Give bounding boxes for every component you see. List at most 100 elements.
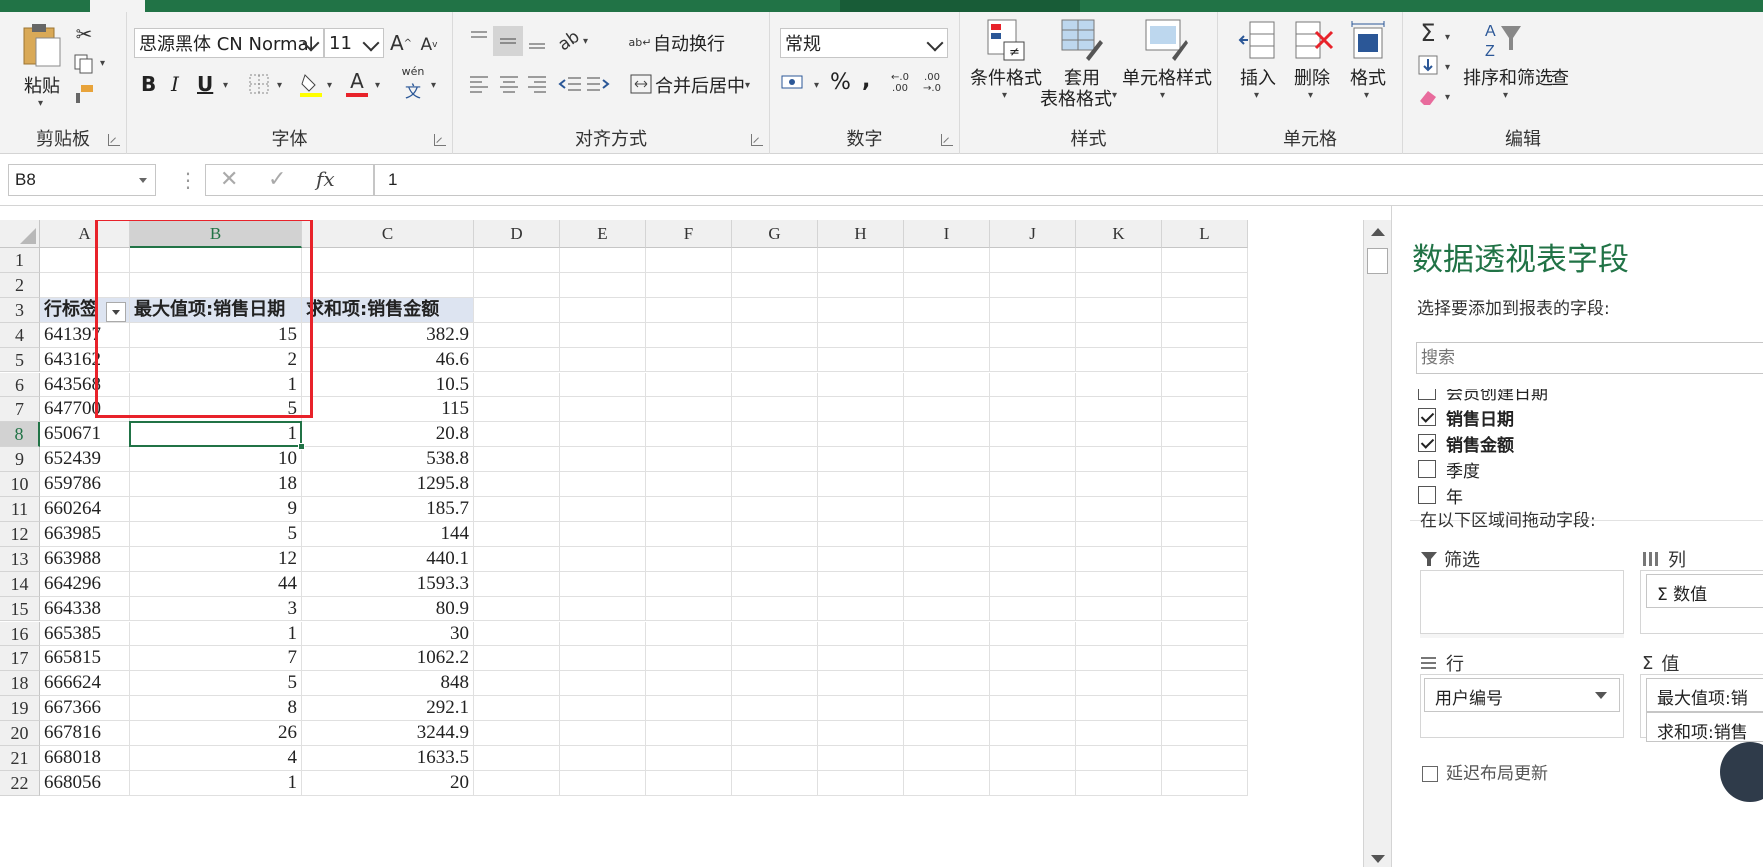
orientation-dropdown-icon[interactable]: ▾ bbox=[583, 36, 588, 47]
cell-h19[interactable] bbox=[818, 696, 904, 722]
cell-l17[interactable] bbox=[1162, 646, 1248, 672]
cell-h11[interactable] bbox=[818, 497, 904, 522]
cell-h6[interactable] bbox=[818, 372, 904, 398]
cell-e6[interactable] bbox=[560, 372, 646, 398]
cell-l11[interactable] bbox=[1162, 497, 1248, 522]
cell-k12[interactable] bbox=[1076, 521, 1162, 547]
cell-i7[interactable] bbox=[904, 397, 990, 423]
pivot-cell-sum[interactable]: 848 bbox=[302, 671, 474, 697]
column-header-l[interactable]: L bbox=[1162, 220, 1248, 248]
pivot-cell-max[interactable]: 7 bbox=[130, 646, 302, 672]
pivot-cell-sum[interactable]: 292.1 bbox=[302, 696, 474, 722]
cell-c2[interactable] bbox=[302, 272, 474, 298]
pivot-cell-label[interactable]: 659786 bbox=[40, 472, 130, 497]
cell-k22[interactable] bbox=[1076, 770, 1162, 796]
shrink-font-icon[interactable]: Av bbox=[417, 32, 441, 58]
pivot-cell-max[interactable]: 8 bbox=[130, 696, 302, 722]
field-checkbox[interactable] bbox=[1418, 408, 1436, 426]
cell-g7[interactable] bbox=[732, 397, 818, 423]
cell-d5[interactable] bbox=[474, 347, 560, 373]
cell-l15[interactable] bbox=[1162, 596, 1248, 622]
cell-i4[interactable] bbox=[904, 322, 990, 348]
conditional-formatting-icon[interactable]: ≠ bbox=[986, 18, 1026, 62]
cell-f18[interactable] bbox=[646, 671, 732, 697]
cell-j20[interactable] bbox=[990, 721, 1076, 746]
cell-k14[interactable] bbox=[1076, 571, 1162, 597]
comma-button[interactable]: , bbox=[862, 68, 870, 93]
cell-g19[interactable] bbox=[732, 696, 818, 722]
cell-d6[interactable] bbox=[474, 372, 560, 398]
pivot-cell-label[interactable]: 667366 bbox=[40, 696, 130, 722]
pivot-cell-max[interactable]: 3 bbox=[130, 596, 302, 622]
column-header-h[interactable]: H bbox=[818, 220, 904, 248]
cell-d17[interactable] bbox=[474, 646, 560, 672]
percent-button[interactable]: % bbox=[830, 70, 851, 95]
cell-e3[interactable] bbox=[560, 297, 646, 323]
cell-d3[interactable] bbox=[474, 297, 560, 323]
delete-cells-icon[interactable] bbox=[1294, 20, 1334, 60]
autosum-dropdown-icon[interactable]: ▾ bbox=[1445, 32, 1450, 43]
cell-d14[interactable] bbox=[474, 571, 560, 597]
cell-f5[interactable] bbox=[646, 347, 732, 373]
paste-icon[interactable] bbox=[20, 22, 62, 68]
delete-button[interactable]: 删除 bbox=[1294, 64, 1330, 90]
cell-j5[interactable] bbox=[990, 347, 1076, 373]
cell-f22[interactable] bbox=[646, 770, 732, 796]
cell-j15[interactable] bbox=[990, 596, 1076, 622]
format-as-table-dropdown-icon[interactable]: ▾ bbox=[1112, 90, 1117, 101]
underline-button[interactable]: U bbox=[197, 72, 213, 96]
pivot-cell-label[interactable]: 668056 bbox=[40, 770, 130, 796]
pivot-cell-max[interactable]: 2 bbox=[130, 347, 302, 373]
cell-g21[interactable] bbox=[732, 746, 818, 771]
fill-icon[interactable] bbox=[1415, 52, 1441, 78]
merge-center-button[interactable]: 合并后居中 bbox=[655, 72, 745, 98]
cut-icon[interactable]: ✂ bbox=[72, 22, 96, 46]
cell-d16[interactable] bbox=[474, 621, 560, 647]
font-launcher-icon[interactable] bbox=[434, 134, 446, 146]
paste-button[interactable]: 粘贴 bbox=[24, 72, 60, 98]
clear-dropdown-icon[interactable]: ▾ bbox=[1445, 92, 1450, 103]
rows-field-chip[interactable]: 用户编号 bbox=[1424, 678, 1620, 712]
cell-l1[interactable] bbox=[1162, 248, 1248, 273]
number-launcher-icon[interactable] bbox=[941, 134, 953, 146]
cell-f1[interactable] bbox=[646, 248, 732, 273]
paste-dropdown-icon[interactable]: ▾ bbox=[38, 98, 43, 109]
cell-l5[interactable] bbox=[1162, 347, 1248, 373]
cell-e13[interactable] bbox=[560, 546, 646, 572]
field-checkbox[interactable] bbox=[1418, 486, 1436, 504]
cell-j2[interactable] bbox=[990, 272, 1076, 298]
cell-styles-button[interactable]: 单元格样式 bbox=[1122, 64, 1212, 90]
cell-l8[interactable] bbox=[1162, 422, 1248, 448]
cell-e18[interactable] bbox=[560, 671, 646, 697]
cell-d1[interactable] bbox=[474, 248, 560, 273]
cell-h2[interactable] bbox=[818, 272, 904, 298]
name-box-dropdown-icon[interactable] bbox=[139, 178, 147, 183]
cell-k15[interactable] bbox=[1076, 596, 1162, 622]
cell-j4[interactable] bbox=[990, 322, 1076, 348]
column-header-i[interactable]: I bbox=[904, 220, 990, 248]
cell-i17[interactable] bbox=[904, 646, 990, 672]
cell-l10[interactable] bbox=[1162, 472, 1248, 497]
pivot-cell-max[interactable]: 44 bbox=[130, 571, 302, 597]
cell-f13[interactable] bbox=[646, 546, 732, 572]
cell-j21[interactable] bbox=[990, 746, 1076, 771]
pivot-cell-sum[interactable]: 382.9 bbox=[302, 322, 474, 348]
cell-g14[interactable] bbox=[732, 571, 818, 597]
cell-k4[interactable] bbox=[1076, 322, 1162, 348]
autosum-icon[interactable]: Σ bbox=[1415, 19, 1441, 47]
values-chip-sum[interactable]: 求和项:销售 bbox=[1646, 712, 1763, 742]
select-all-button[interactable] bbox=[0, 220, 40, 248]
cell-j22[interactable] bbox=[990, 770, 1076, 796]
scroll-thumb[interactable] bbox=[1367, 248, 1388, 274]
cell-k6[interactable] bbox=[1076, 372, 1162, 398]
cell-k5[interactable] bbox=[1076, 347, 1162, 373]
pivot-cell-max[interactable]: 26 bbox=[130, 721, 302, 746]
cell-k1[interactable] bbox=[1076, 248, 1162, 273]
pivot-cell-max[interactable]: 1 bbox=[130, 621, 302, 647]
cell-g12[interactable] bbox=[732, 521, 818, 547]
cell-e11[interactable] bbox=[560, 497, 646, 522]
cell-g22[interactable] bbox=[732, 770, 818, 796]
cell-f15[interactable] bbox=[646, 596, 732, 622]
pivot-cell-sum[interactable]: 1633.5 bbox=[302, 746, 474, 771]
format-painter-icon[interactable] bbox=[72, 82, 96, 106]
